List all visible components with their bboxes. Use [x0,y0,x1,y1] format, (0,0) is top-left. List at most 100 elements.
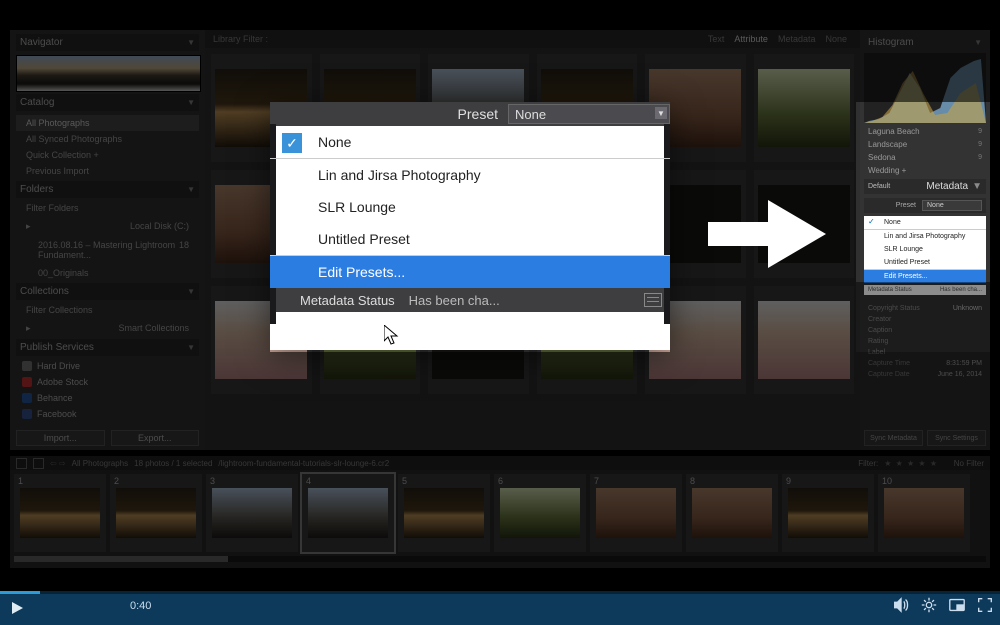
scroll-handle[interactable] [14,556,228,562]
chevron-down-icon: ▼ [655,107,667,119]
preset-label: Preset [896,202,916,209]
keyword-item[interactable]: Wedding + [864,164,986,177]
metadata-header[interactable]: Default Metadata ▼ [864,179,986,194]
dropdown-item[interactable]: Lin and Jirsa Photography [270,158,670,191]
filmstrip-cell[interactable]: 1 [14,474,106,552]
thumbnail [758,69,850,147]
catalog-header[interactable]: Catalog▼ [16,94,199,111]
dropdown-item[interactable]: ✓None [270,126,670,158]
folder-filter[interactable]: Filter Folders [16,200,199,216]
folder-drive[interactable]: ▸ Local Disk (C:) [16,218,199,235]
catalog-item[interactable]: All Synced Photographs [16,131,199,147]
metadata-field[interactable]: Capture DateJune 16, 2014 [864,369,986,380]
filmstrip-row[interactable]: 12 34 5678 9 10 [10,470,990,556]
chevron-down-icon: ▼ [974,38,982,47]
filmstrip: ⇦ ⇨ All Photographs 18 photos / 1 select… [10,456,990,568]
filter-tab[interactable]: None [825,34,847,44]
filmstrip-cell[interactable]: 3 [206,474,298,552]
dropdown-item[interactable]: Untitled Preset [864,256,986,269]
keyword-item[interactable]: Landscape9 [864,138,986,151]
publish-service[interactable]: Behance [16,390,199,406]
dropdown-item[interactable]: None [864,216,986,229]
metadata-field[interactable]: Creator [864,314,986,325]
thumbnail [788,488,867,538]
dropdown-item[interactable]: Edit Presets... [864,269,986,283]
metadata-preset-row[interactable]: Preset None [864,198,986,213]
preset-select[interactable]: None ▼ [508,104,670,124]
time-elapsed: 0:40 [130,600,151,612]
fullscreen-icon[interactable] [976,596,994,614]
pip-icon[interactable] [948,596,966,614]
metadata-view-select[interactable]: Default [868,183,890,190]
publish-header[interactable]: Publish Services▼ [16,339,199,356]
catalog-item[interactable]: All Photographs [16,115,199,131]
filmstrip-cell[interactable]: 7 [590,474,682,552]
folders-header[interactable]: Folders▼ [16,181,199,198]
metadata-field[interactable]: Label [864,347,986,358]
filmstrip-cell[interactable]: 6 [494,474,586,552]
progress-bar[interactable] [0,591,1000,594]
filmstrip-file: /lightroom-fundamental-tutorials-slr-lou… [218,459,389,468]
frame-number: 9 [786,476,791,486]
volume-icon[interactable] [892,596,910,614]
metadata-field[interactable]: Copyright StatusUnknown [864,303,986,314]
thumbnail [500,488,579,538]
publish-service[interactable]: Hard Drive [16,358,199,374]
metadata-field[interactable]: Capture Time8:31:59 PM [864,358,986,369]
dropdown-item[interactable]: Untitled Preset [270,223,670,255]
filter-preset[interactable]: No Filter [944,459,984,468]
frame-number: 8 [690,476,695,486]
list-icon[interactable] [644,293,662,307]
gear-icon[interactable] [920,596,938,614]
rating-filter[interactable]: ★ ★ ★ ★ ★ [884,459,938,468]
keyword-item[interactable]: Sedona9 [864,151,986,164]
import-button[interactable]: Import... [16,430,105,446]
folder-item[interactable]: 2016.08.16 – Mastering Lightroom Fundame… [16,237,199,263]
export-button[interactable]: Export... [111,430,200,446]
filter-tab[interactable]: Attribute [734,34,768,44]
publish-service[interactable]: Facebook [16,406,199,422]
dropdown-item[interactable]: SLR Lounge [864,243,986,256]
metadata-field[interactable]: Caption [864,325,986,336]
filmstrip-path[interactable]: All Photographs [72,459,128,468]
catalog-item[interactable]: Previous Import [16,163,199,179]
smart-collections[interactable]: ▸ Smart Collections [16,320,199,337]
frame-number: 4 [306,476,311,486]
filter-tab[interactable]: Text [708,34,725,44]
grid-cell[interactable] [754,54,855,162]
filmstrip-cell[interactable]: 5 [398,474,490,552]
play-button[interactable] [0,591,34,625]
filmstrip-cell[interactable]: 4 [302,474,394,552]
histogram-header[interactable]: Histogram▼ [864,34,986,51]
collections-filter[interactable]: Filter Collections [16,302,199,318]
sync-settings-button[interactable]: Sync Settings [927,430,986,446]
grid-cell[interactable] [754,286,855,394]
catalog-item[interactable]: Quick Collection + [16,147,199,163]
filmstrip-cell[interactable]: 10 [878,474,970,552]
filmstrip-cell[interactable]: 9 [782,474,874,552]
keyword-item[interactable]: Laguna Beach9 [864,125,986,138]
dropdown-item[interactable]: Lin and Jirsa Photography [864,229,986,243]
secondary-monitor-icon[interactable] [16,458,27,469]
navigator-preview[interactable] [16,55,201,92]
chevron-down-icon: ▼ [187,343,195,352]
collections-header[interactable]: Collections▼ [16,283,199,300]
dropdown-item[interactable]: Edit Presets... [270,255,670,288]
video-player-bar: 0:40 [0,591,1000,625]
navigator-header[interactable]: Navigator▼ [16,34,199,51]
grid-cell[interactable] [754,170,855,278]
dropdown-item[interactable]: SLR Lounge [270,191,670,223]
frame-number: 2 [114,476,119,486]
filter-tab[interactable]: Metadata [778,34,816,44]
main-monitor-icon[interactable] [33,458,44,469]
metadata-field[interactable]: Rating [864,336,986,347]
filmstrip-cell[interactable]: 8 [686,474,778,552]
filmstrip-scrollbar[interactable] [14,556,986,562]
publish-service[interactable]: Adobe Stock [16,374,199,390]
filmstrip-cell[interactable]: 2 [110,474,202,552]
sync-metadata-button[interactable]: Sync Metadata [864,430,923,446]
metadata-title: Metadata [926,181,968,192]
folder-item[interactable]: 00_Originals [16,265,199,281]
preset-row-zoom[interactable]: Preset None ▼ [270,102,670,126]
preset-value[interactable]: None [922,200,982,211]
